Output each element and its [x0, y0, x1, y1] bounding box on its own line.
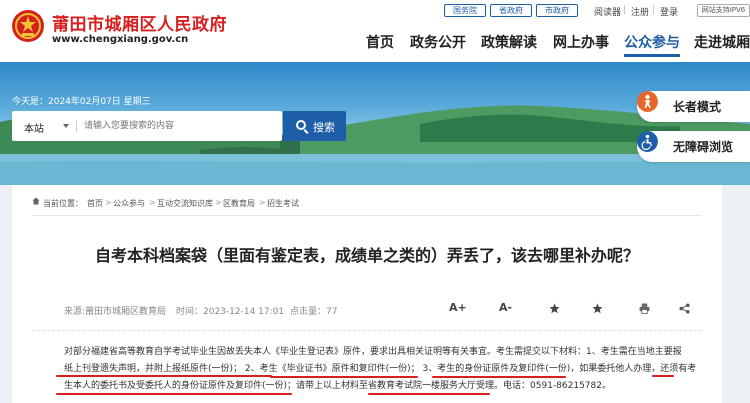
nav-about-district[interactable]: 走进城厢 — [694, 32, 750, 52]
accessibility-button[interactable]: 无障碍浏览 — [637, 131, 750, 162]
article-source: 来源:莆田市城厢区教育局 — [64, 307, 167, 317]
red-annotation-underline — [368, 393, 490, 395]
divider — [32, 330, 702, 331]
current-date: 今天是：2024年02月07日 星期三 — [12, 97, 151, 107]
breadcrumb-item-exams[interactable]: 招生考试 — [267, 198, 299, 209]
search-divider — [76, 120, 77, 132]
search-button-label: 搜索 — [313, 121, 335, 134]
breadcrumb-item-education[interactable]: 区教育局 — [223, 198, 255, 209]
site-name[interactable]: 莆田市城厢区人民政府 — [52, 10, 227, 35]
national-emblem-icon — [12, 10, 44, 42]
gov-link-province[interactable]: 省政府 — [490, 4, 532, 17]
favorite-icon[interactable] — [592, 303, 603, 314]
search-scope-select[interactable]: 本站 — [24, 120, 44, 135]
nav-public-participation[interactable]: 公众参与 — [624, 32, 680, 52]
search-box: 本站 — [12, 111, 282, 141]
nav-online-service[interactable]: 网上办事 — [553, 32, 609, 52]
site-header: 莆田市城厢区人民政府 www.chengxiang.gov.cn 国务院 省政府… — [0, 0, 750, 62]
breadcrumb-item-knowledge[interactable]: 互动交流知识库 — [157, 198, 213, 209]
article-paragraph-line: 生本人的委托书及受委托人的身份证原件及复印件(一份)；请带上以上材料至省教育考试… — [64, 381, 611, 391]
elder-icon — [637, 91, 658, 112]
top-separator: | — [652, 5, 656, 15]
breadcrumb-prefix: 当前位置： — [43, 199, 83, 208]
login-link[interactable]: 登录 — [660, 5, 678, 18]
breadcrumb-separator: > — [105, 198, 112, 207]
article-time: 时间：2023-12-14 17:01 — [176, 307, 285, 317]
red-annotation-underline — [56, 375, 272, 377]
breadcrumb-separator: > — [259, 198, 266, 207]
site-url: www.chengxiang.gov.cn — [52, 34, 189, 45]
article-views: 点击量：77 — [290, 307, 338, 317]
elder-mode-button[interactable]: 长者模式 — [637, 91, 750, 122]
gov-link-state-council[interactable]: 国务院 — [444, 4, 486, 17]
star-icon[interactable] — [549, 303, 560, 314]
red-annotation-underline — [270, 376, 418, 378]
chevron-down-icon[interactable] — [63, 124, 69, 128]
top-separator: | — [623, 5, 627, 15]
red-annotation-underline — [652, 375, 674, 377]
article-title: 自考本科档案袋（里面有鉴定表，成绩单之类的）弄丢了，该去哪里补办呢？ — [94, 246, 639, 265]
home-icon — [32, 197, 40, 205]
font-decrease-button[interactable]: A- — [499, 301, 512, 314]
reader-link[interactable]: 阅读器 — [594, 5, 621, 18]
elder-mode-label: 长者模式 — [673, 100, 722, 114]
breadcrumb-separator: > — [149, 198, 156, 207]
divider — [32, 215, 702, 216]
banner: 今天是：2024年02月07日 星期三 本站 搜索 长者模式 无障碍浏览 — [0, 62, 750, 185]
article-paragraph-line: 对部分福建省高等教育自学考试毕业生因故丢失本人《毕业生登记表》原件，要求出具相关… — [64, 347, 682, 357]
article-card: 当前位置： 首页 > 公众参与 > 互动交流知识库 > 区教育局 > 招生考试 … — [12, 185, 722, 403]
nav-gov-affairs[interactable]: 政务公开 — [410, 32, 466, 52]
breadcrumb-item-public[interactable]: 公众参与 — [113, 198, 145, 209]
nav-policy[interactable]: 政策解读 — [481, 32, 537, 52]
gov-link-city[interactable]: 市政府 — [536, 4, 578, 17]
nav-home[interactable]: 首页 — [366, 32, 394, 52]
search-icon — [296, 120, 306, 130]
red-annotation-underline — [432, 376, 566, 378]
breadcrumb-separator: > — [215, 198, 222, 207]
search-input[interactable] — [84, 116, 276, 136]
red-annotation-underline — [56, 393, 292, 395]
nav-active-indicator — [624, 54, 680, 57]
breadcrumb-item-home[interactable]: 首页 — [87, 198, 103, 209]
accessibility-label: 无障碍浏览 — [673, 140, 734, 154]
accessibility-icon — [637, 131, 658, 152]
print-icon[interactable] — [639, 303, 650, 314]
share-icon[interactable] — [679, 303, 690, 314]
font-increase-button[interactable]: A+ — [449, 301, 467, 314]
ipv6-badge: 网站支持IPV6 — [697, 4, 750, 17]
search-button[interactable]: 搜索 — [283, 111, 346, 141]
register-link[interactable]: 注册 — [631, 5, 649, 18]
